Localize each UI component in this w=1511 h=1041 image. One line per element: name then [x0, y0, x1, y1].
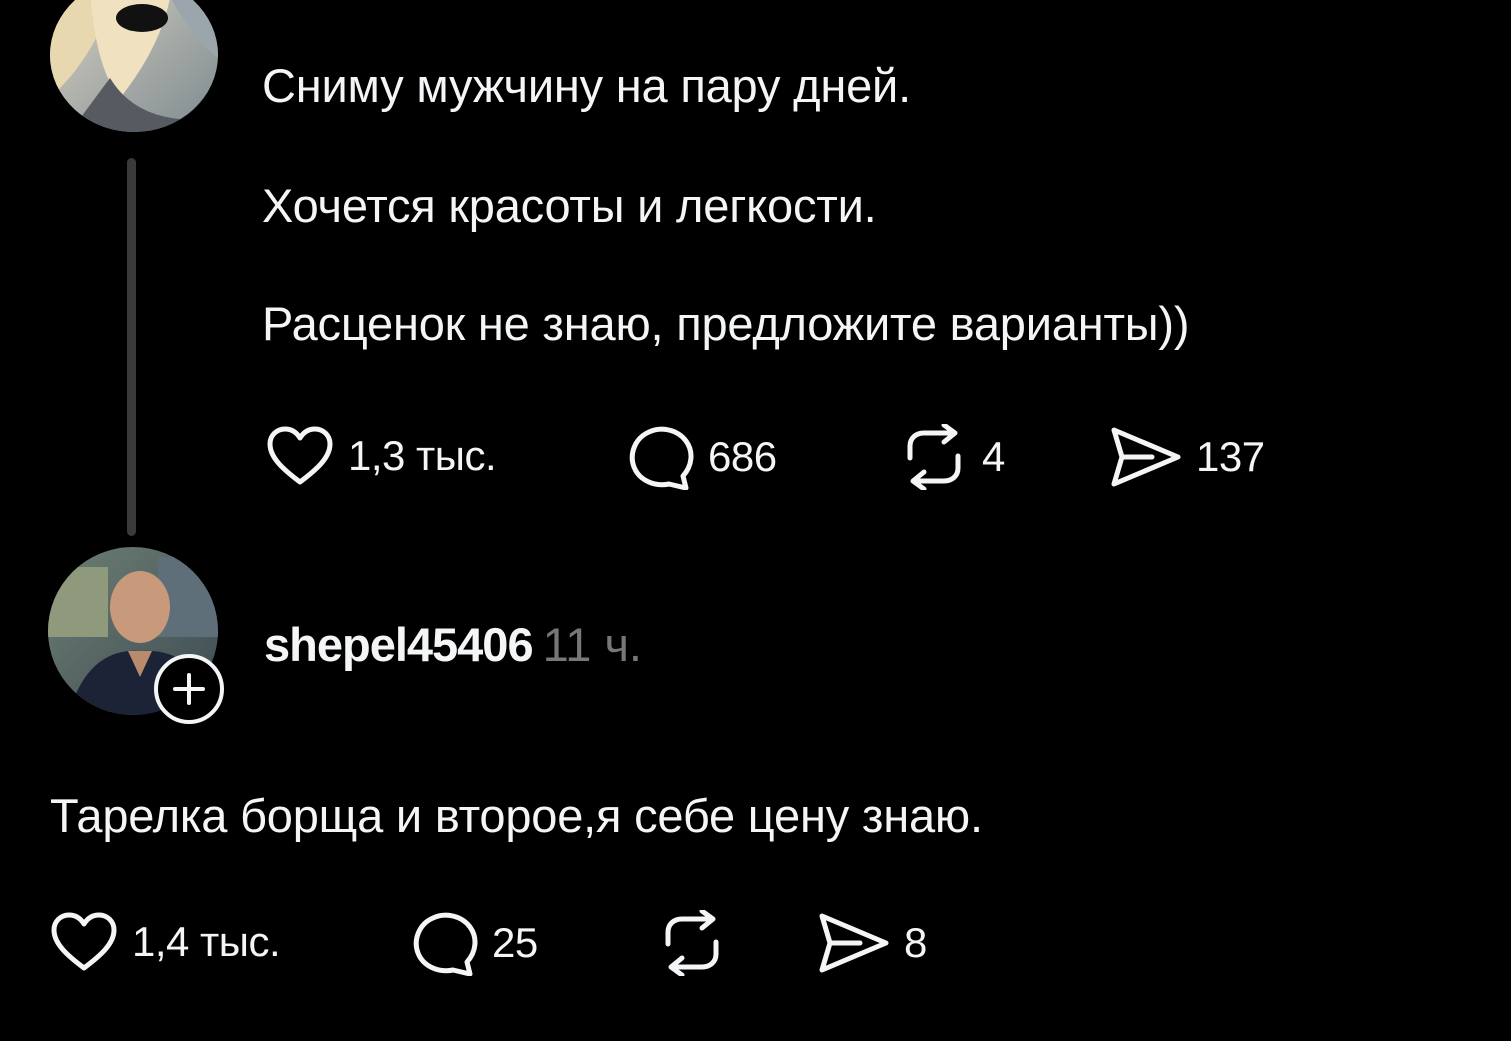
share-count: 137 [1196, 433, 1265, 480]
comment-icon [629, 426, 694, 490]
repost-icon [665, 910, 719, 976]
heart-icon [51, 912, 117, 971]
post-text-line: Хочется красоты и легкости. [262, 179, 877, 232]
reply-button[interactable]: 686 [626, 424, 777, 490]
reply-count: 25 [492, 919, 538, 966]
username-link[interactable]: shepel45406 [264, 618, 534, 671]
author-avatar[interactable] [50, 0, 218, 132]
thread-line [127, 158, 136, 536]
reply-text: Тарелка борща и второе,я себе цену знаю. [50, 789, 983, 842]
timestamp: 11 ч. [542, 618, 642, 671]
post-text-line: Сниму мужчину на пару дней. [262, 59, 911, 112]
like-count: 1,4 тыс. [132, 918, 281, 965]
repost-button[interactable] [656, 910, 740, 976]
share-button[interactable]: 137 [1108, 424, 1265, 490]
like-button[interactable]: 1,3 тыс. [264, 424, 497, 488]
repost-icon [907, 424, 961, 490]
repost-count: 4 [982, 433, 1005, 480]
share-count: 8 [904, 919, 927, 966]
post-text-line: Расценок не знаю, предложите варианты)) [262, 297, 1190, 350]
send-icon [819, 913, 889, 973]
comment-icon [413, 912, 478, 976]
plus-icon [173, 673, 205, 705]
heart-icon [267, 426, 333, 485]
send-icon [1111, 427, 1181, 487]
reply-button[interactable]: 25 [410, 910, 538, 976]
reply-count: 686 [708, 433, 777, 480]
share-button[interactable]: 8 [816, 910, 927, 976]
reply-header: shepel45406 11 ч. [264, 615, 642, 675]
like-button[interactable]: 1,4 тыс. [48, 910, 281, 974]
repost-button[interactable]: 4 [898, 424, 1005, 490]
like-count: 1,3 тыс. [348, 432, 497, 479]
follow-button[interactable] [154, 654, 224, 724]
